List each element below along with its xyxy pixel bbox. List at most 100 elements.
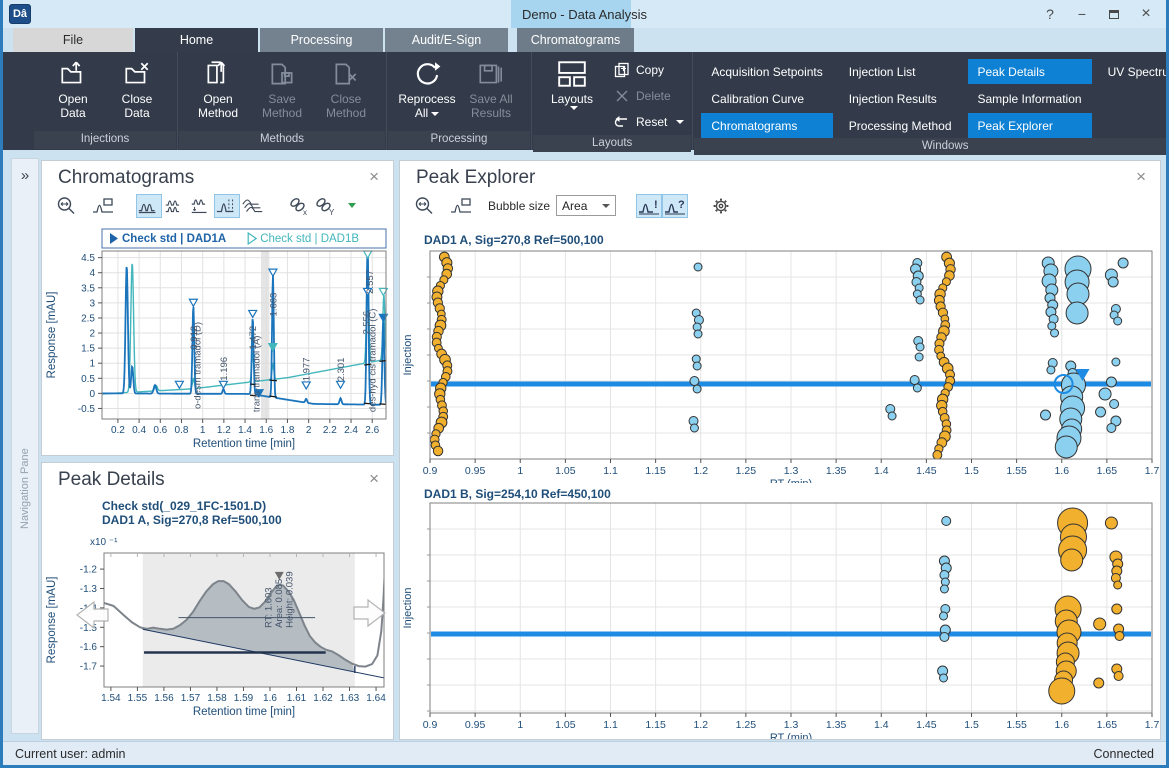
svg-text:2.2: 2.2 [323, 425, 337, 436]
separate-signals-icon[interactable] [188, 194, 214, 218]
svg-text:1.196: 1.196 [219, 357, 230, 381]
compare-signal-icon[interactable] [214, 194, 240, 218]
window-toggle-processing-method[interactable]: Processing Method [839, 113, 962, 138]
open-method-button[interactable]: Open Method [186, 57, 250, 120]
zoom-region-icon[interactable] [448, 194, 474, 218]
window-toggle-uv-spectrum[interactable]: UV Spectrum [1098, 59, 1169, 84]
overlay-signals-icon[interactable] [136, 194, 162, 218]
save-method-button[interactable]: Save Method [250, 57, 314, 120]
unlink-x-axis-icon[interactable]: x [286, 194, 312, 218]
peak-explorer-toolbar: Bubble size Area ! ? [400, 189, 1160, 219]
zoom-out-icon[interactable] [412, 194, 438, 218]
svg-text:-1.3: -1.3 [80, 584, 98, 595]
svg-text:1.7: 1.7 [1145, 719, 1160, 731]
minimize-button[interactable]: − [1066, 2, 1098, 26]
svg-text:2: 2 [89, 329, 95, 340]
zoom-region-icon[interactable] [90, 194, 116, 218]
window-toggle-peak-explorer[interactable]: Peak Explorer [968, 113, 1092, 138]
peak-details-chart[interactable]: Check std(_029_1FC-1501.D)DAD1 A, Sig=27… [42, 497, 393, 737]
svg-text:1.2: 1.2 [693, 719, 708, 731]
chromatograms-panel: Chromatograms × [41, 160, 394, 456]
show-unidentified-peaks-icon[interactable]: ? [662, 194, 688, 218]
layouts-button[interactable]: Layouts [540, 57, 604, 135]
group-label-windows: Windows [694, 138, 1169, 155]
navigation-pane-collapsed[interactable]: » Navigation Pane [11, 158, 39, 734]
svg-text:1.25: 1.25 [736, 719, 757, 731]
svg-text:1.58: 1.58 [207, 693, 227, 704]
svg-text:Retention time [min]: Retention time [min] [193, 438, 295, 450]
svg-text:trans-tramadol (A): trans-tramadol (A) [252, 336, 263, 413]
tab-audit-esign[interactable]: Audit/E-Sign [385, 28, 508, 52]
group-label-methods: Methods [179, 131, 385, 149]
svg-text:2: 2 [306, 425, 312, 436]
svg-text:1.4: 1.4 [238, 425, 252, 436]
stack-3d-icon[interactable] [240, 194, 266, 218]
bubble-chart-2[interactable]: 0.90.9511.051.11.151.21.251.31.351.41.45… [400, 501, 1160, 739]
svg-text:0.95: 0.95 [465, 465, 486, 477]
svg-text:0.4: 0.4 [132, 425, 146, 436]
window-toggle-sample-information[interactable]: Sample Information [968, 86, 1092, 111]
unlink-y-axis-icon[interactable]: Y [312, 194, 338, 218]
help-button[interactable]: ? [1034, 2, 1066, 26]
window-toggle-peak-details[interactable]: Peak Details [968, 59, 1092, 84]
reprocess-all-button[interactable]: Reprocess All [395, 57, 459, 120]
stack-signals-icon[interactable] [162, 194, 188, 218]
svg-text:Check std | DAD1B: Check std | DAD1B [260, 233, 359, 245]
window-toggle-acquisition-setpoints[interactable]: Acquisition Setpoints [701, 59, 832, 84]
close-method-icon [331, 59, 361, 89]
svg-text:1.05: 1.05 [555, 719, 576, 731]
window-toggle-injection-list[interactable]: Injection List [839, 59, 962, 84]
svg-text:1.1: 1.1 [603, 719, 618, 731]
expand-pane-icon[interactable]: » [12, 167, 38, 184]
svg-text:1.65: 1.65 [1097, 465, 1118, 477]
close-method-button[interactable]: Close Method [314, 57, 378, 120]
bubble-size-select[interactable]: Area [556, 195, 616, 216]
layouts-icon [556, 59, 588, 89]
svg-text:1.57: 1.57 [181, 693, 201, 704]
maximize-icon [1109, 10, 1119, 19]
tab-file[interactable]: File [13, 28, 133, 52]
svg-text:Height: 0.039: Height: 0.039 [284, 571, 295, 628]
chromatogram-chart[interactable]: 0.912o-desm tramadol (D)1.1961.472trans-… [42, 223, 393, 455]
svg-text:0.2: 0.2 [111, 425, 125, 436]
svg-text:1: 1 [200, 425, 206, 436]
window-toggle-injection-results[interactable]: Injection Results [839, 86, 962, 111]
tab-processing[interactable]: Processing [260, 28, 383, 52]
svg-text:1.05: 1.05 [555, 465, 576, 477]
svg-text:1.2: 1.2 [217, 425, 231, 436]
close-data-button[interactable]: Close Data [105, 57, 169, 120]
svg-text:Check std(_029_1FC-1501.D): Check std(_029_1FC-1501.D) [102, 499, 266, 513]
window-toggle-calibration-curve[interactable]: Calibration Curve [701, 86, 832, 111]
delete-layout-button[interactable]: Delete [614, 86, 684, 106]
open-data-button[interactable]: Open Data [41, 57, 105, 120]
save-all-results-button[interactable]: Save All Results [459, 57, 523, 120]
copy-layout-button[interactable]: Copy [614, 60, 684, 80]
bubble-chart-1[interactable]: 0.90.9511.051.11.151.21.251.31.351.41.45… [400, 249, 1160, 483]
tab-home[interactable]: Home [135, 28, 258, 52]
connection-status: Connected [1094, 747, 1154, 761]
show-identified-peaks-icon[interactable]: ! [636, 194, 662, 218]
zoom-out-icon[interactable] [54, 194, 80, 218]
svg-text:x: x [303, 208, 307, 216]
close-chromatograms-icon[interactable]: × [369, 167, 379, 186]
tab-chromatograms[interactable]: Chromatograms [517, 28, 634, 52]
close-peak-explorer-icon[interactable]: × [1136, 167, 1146, 186]
svg-text:1.45: 1.45 [916, 465, 937, 477]
svg-text:?: ? [678, 199, 685, 211]
settings-gear-icon[interactable] [708, 194, 734, 218]
svg-text:0.9: 0.9 [423, 465, 438, 477]
close-button[interactable]: × [1130, 2, 1162, 26]
svg-text:1.2: 1.2 [693, 465, 708, 477]
bubble-chart-1-title: DAD1 A, Sig=270,8 Ref=500,100 [424, 233, 604, 247]
more-options-icon[interactable] [348, 203, 356, 208]
chromatograms-panel-title: Chromatograms [58, 167, 194, 189]
reset-layout-button[interactable]: Reset [614, 112, 684, 132]
reprocess-icon [412, 59, 442, 89]
maximize-button[interactable] [1098, 2, 1130, 26]
delete-icon [614, 88, 630, 104]
svg-text:3.5: 3.5 [81, 283, 95, 294]
svg-text:!: ! [654, 199, 658, 211]
close-peak-details-icon[interactable]: × [369, 469, 379, 488]
window-toggle-chromatograms[interactable]: Chromatograms [701, 113, 832, 138]
copy-icon [614, 62, 630, 78]
